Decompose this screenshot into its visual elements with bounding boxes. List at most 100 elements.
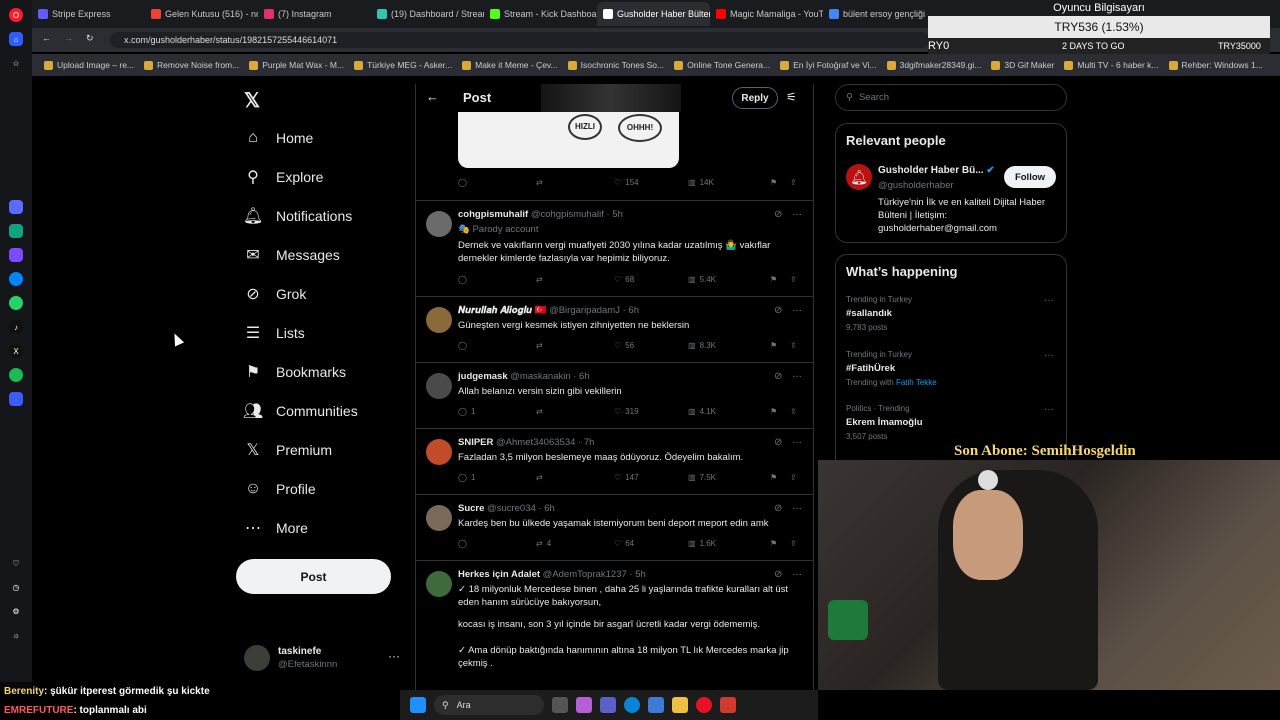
avatar[interactable] [426, 571, 452, 597]
nav-item-premium[interactable]: 𝕏 Premium [236, 430, 406, 469]
nav-item-more[interactable]: ⋯ More [236, 508, 406, 547]
reply-button[interactable]: ◯ 1 [458, 407, 475, 416]
reply-button[interactable]: ◯ [458, 341, 471, 350]
grok-icon[interactable]: ⊘ [774, 305, 782, 316]
reply-button[interactable]: ◯ 1 [458, 473, 475, 482]
browser-tab[interactable]: Magic Mamaliga - YouTub [710, 2, 823, 26]
file-explorer-icon[interactable] [672, 697, 688, 713]
tweet-author-name[interactable]: cohgpismuhalif [458, 209, 528, 220]
share-icon[interactable]: ⇪ [790, 275, 797, 284]
messenger-icon[interactable] [9, 272, 23, 286]
avatar[interactable] [426, 211, 452, 237]
back-arrow-icon[interactable]: ← [426, 89, 439, 104]
more-icon[interactable]: ··· [388, 649, 400, 663]
bookmark-icon[interactable]: ⚑ [770, 407, 777, 416]
search-input[interactable]: ⚲ Search [835, 84, 1067, 111]
nav-item-communities[interactable]: 👥︎ Communities [236, 391, 406, 430]
tweet[interactable]: 𝑵𝒖𝒓𝒖𝒍𝒍𝒂𝒉 𝑨𝒍𝒊𝒐𝒈𝒍𝒖 🇹🇷 @BirgaripadamJ · 6h ⊘… [416, 296, 813, 362]
nav-item-home[interactable]: ⌂ Home [236, 118, 406, 157]
avatar[interactable] [426, 373, 452, 399]
bookmark-icon[interactable]: ⚑ [770, 539, 777, 548]
trend-item[interactable]: Trending in Turkey #FatihÜrek Trending wit… [846, 350, 1058, 387]
browser-tab[interactable]: bülent ersoy gençliği - Go [823, 2, 936, 26]
like-button[interactable]: ♡ 68 [614, 275, 634, 284]
bookmark-item[interactable]: 3dgifmaker28349.gi... [886, 60, 981, 70]
media-image[interactable]: HIZLI OHHH! [458, 112, 679, 168]
nav-item-messages[interactable]: ✉ Messages [236, 235, 406, 274]
heart-icon[interactable]: ♡ [9, 556, 23, 570]
app-icon[interactable] [9, 248, 23, 262]
bookmark-item[interactable]: Upload Image – re... [44, 60, 134, 70]
reply-button[interactable]: Reply [732, 87, 778, 109]
edge-icon[interactable] [624, 697, 640, 713]
like-button[interactable]: ♡ 56 [614, 341, 634, 350]
retweet-button[interactable]: ⇄ [536, 275, 547, 284]
bookmark-item[interactable]: Purple Mat Wax - M... [249, 60, 344, 70]
tweet-author-name[interactable]: judgemask [458, 371, 508, 382]
windows-start-icon[interactable] [410, 697, 426, 713]
store-icon[interactable] [648, 697, 664, 713]
retweet-button[interactable]: ⇄ [536, 473, 547, 482]
trend-item[interactable]: Trending in Turkey #sallandık 9,783 posts ·… [846, 295, 1058, 332]
grok-icon[interactable]: ⊘ [774, 569, 782, 580]
tweet-author-name[interactable]: 𝑵𝒖𝒓𝒖𝒍𝒍𝒂𝒉 𝑨𝒍𝒊𝒐𝒈𝒍𝒖 🇹🇷 [458, 305, 546, 316]
reply-icon[interactable]: ◯ [458, 178, 467, 187]
person-name[interactable]: Gusholder Haber Bü... ✔ [878, 165, 995, 176]
views-button[interactable]: ▥ 8.3K [688, 341, 716, 350]
retweet-icon[interactable]: ⇄ [536, 178, 543, 187]
opera-logo-icon[interactable]: O [9, 8, 23, 22]
share-icon[interactable]: ⇪ [790, 473, 797, 482]
trend-item[interactable]: Politics · Trending Ekrem İmamoğlu 3,507 p… [846, 404, 1058, 441]
account-switcher[interactable]: taskinefe @Efetaskinnn ··· [244, 643, 404, 673]
bookmark-item[interactable]: 3D Gif Maker [991, 60, 1054, 70]
app-icon[interactable] [9, 392, 23, 406]
nav-item-lists[interactable]: ☰ Lists [236, 313, 406, 352]
chatgpt-icon[interactable] [9, 224, 23, 238]
copilot-icon[interactable] [576, 697, 592, 713]
more-icon[interactable]: ··· [792, 437, 802, 448]
sliders-icon[interactable]: ⚟ [786, 90, 797, 104]
avatar[interactable] [426, 307, 452, 333]
share-icon[interactable]: ⇪ [790, 178, 797, 187]
grok-icon[interactable]: ⊘ [774, 209, 782, 220]
more-icon[interactable]: ··· [792, 371, 802, 382]
views-button[interactable]: ▥ 14K [688, 178, 714, 187]
reply-button[interactable]: ◯ [458, 539, 471, 548]
nav-item-notifications[interactable]: 🔔︎ Notifications [236, 196, 406, 235]
bookmark-icon[interactable]: ⚑ [770, 473, 777, 482]
grok-icon[interactable]: ⊘ [774, 503, 782, 514]
views-button[interactable]: ▥ 7.5K [688, 473, 716, 482]
teams-icon[interactable] [600, 697, 616, 713]
app-icon[interactable] [720, 697, 736, 713]
home-icon[interactable]: ⌂ [9, 32, 23, 46]
spotify-icon[interactable] [9, 368, 23, 382]
opera-icon[interactable] [696, 697, 712, 713]
browser-tab[interactable]: Stream - Kick Dashboard [484, 2, 597, 26]
avatar[interactable] [426, 505, 452, 531]
browser-tab[interactable]: (7) Instagram [258, 2, 371, 26]
nav-item-explore[interactable]: ⚲ Explore [236, 157, 406, 196]
app-icon[interactable] [9, 200, 23, 214]
bookmark-item[interactable]: Remove Noise from... [144, 60, 239, 70]
like-button[interactable]: ♡ 64 [614, 539, 634, 548]
url-field[interactable]: x.com/gusholderhaber/status/198215725544… [110, 32, 930, 48]
browser-tab[interactable]: (19) Dashboard / Streamla [371, 2, 484, 26]
follow-button[interactable]: Follow [1004, 166, 1056, 188]
bookmark-item[interactable]: Türkiye MEG - Asker... [354, 60, 452, 70]
star-icon[interactable]: ☆ [9, 56, 23, 70]
x-icon[interactable]: X [9, 344, 23, 358]
bookmark-icon[interactable]: ⚑ [770, 178, 777, 187]
x-logo-icon[interactable]: 𝕏 [244, 88, 260, 113]
trend-with-link[interactable]: Fatih Tekke [896, 378, 937, 387]
bulb-icon[interactable]: ☼ [9, 628, 23, 642]
more-icon[interactable]: ··· [1044, 295, 1054, 306]
nav-item-grok[interactable]: ⊘ Grok [236, 274, 406, 313]
like-button[interactable]: ♡ 147 [614, 473, 639, 482]
retweet-button[interactable]: ⇄ [536, 341, 547, 350]
history-icon[interactable]: ◷ [9, 580, 23, 594]
taskbar-search[interactable]: ⚲ Ara [434, 695, 544, 715]
retweet-button[interactable]: ⇄ 4 [536, 539, 551, 548]
more-icon[interactable]: ··· [792, 569, 802, 580]
bookmark-item[interactable]: Online Tone Genera... [674, 60, 770, 70]
views-button[interactable]: ▥ 5.4K [688, 275, 716, 284]
